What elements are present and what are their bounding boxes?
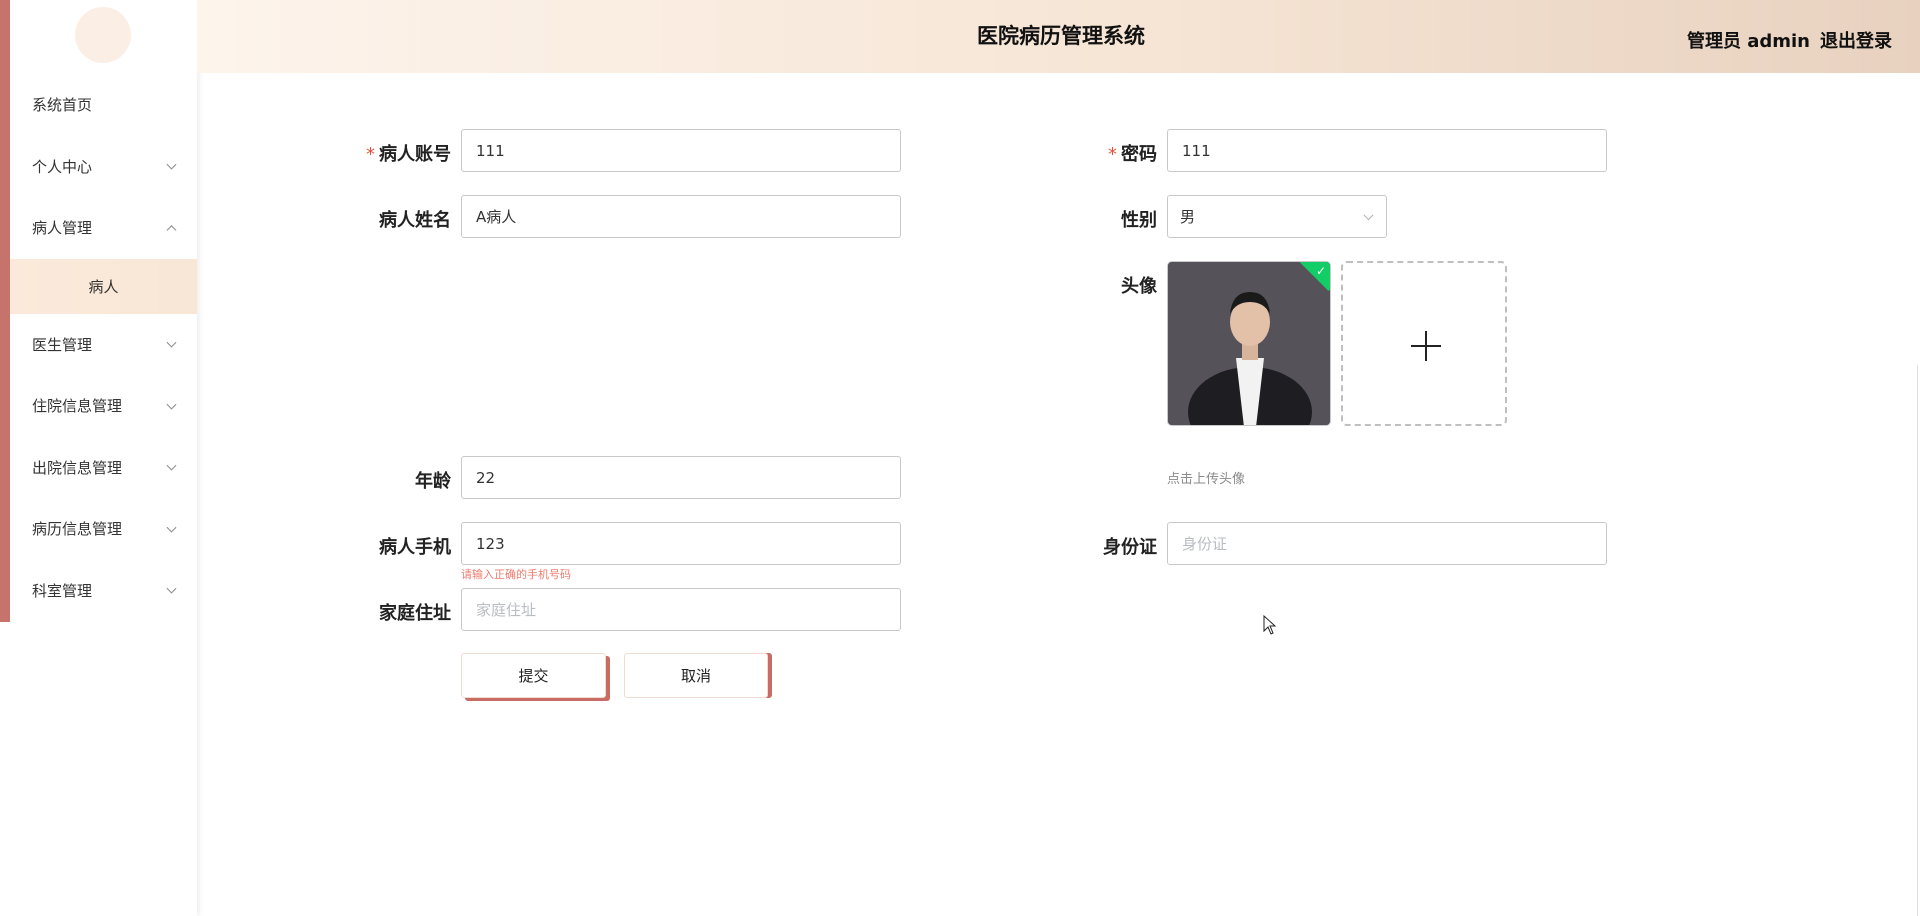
sidebar-item-record-management[interactable]: 病历信息管理 <box>10 498 197 560</box>
cancel-button[interactable]: 取消 <box>624 653 768 698</box>
age-value: 22 <box>476 468 496 487</box>
address-input[interactable]: 家庭住址 <box>461 588 901 631</box>
sidebar-item-personal-center[interactable]: 个人中心 <box>10 136 197 198</box>
phone-label: 病人手机 <box>379 537 451 558</box>
avatar-label: 头像 <box>1121 276 1157 297</box>
age-label: 年龄 <box>415 471 451 492</box>
sidebar-item-label: 出院信息管理 <box>32 458 123 477</box>
sidebar-item-label: 病历信息管理 <box>32 520 123 539</box>
account-label-text: 病人账号 <box>379 144 451 165</box>
password-label: * 密码 <box>1106 140 1157 166</box>
sidebar-item-label: 医生管理 <box>32 335 93 354</box>
chevron-down-icon <box>166 583 177 594</box>
id-card-input[interactable]: 身份证 <box>1167 522 1607 565</box>
required-mark: * <box>366 144 375 165</box>
chevron-up-icon <box>166 224 177 235</box>
sidebar-item-label: 住院信息管理 <box>32 397 123 416</box>
sidebar-item-doctor-management[interactable]: 医生管理 <box>10 314 197 376</box>
submit-button[interactable]: 提交 <box>461 653 606 698</box>
sidebar: 系统首页 个人中心 病人管理 病人 医生管理 住院信息管理 出院信息管理 病历信… <box>0 0 197 916</box>
gender-select[interactable]: 男 <box>1167 195 1387 238</box>
sidebar-item-label: 系统首页 <box>32 96 93 115</box>
sidebar-item-department-management[interactable]: 科室管理 <box>10 560 197 622</box>
mouse-cursor-icon <box>1263 615 1277 635</box>
sidebar-item-discharge-management[interactable]: 出院信息管理 <box>10 437 197 499</box>
check-icon: ✓ <box>1315 264 1326 278</box>
logout-link[interactable]: 退出登录 <box>1820 27 1892 53</box>
chevron-down-icon <box>166 522 177 533</box>
chevron-down-icon <box>166 460 177 471</box>
address-label: 家庭住址 <box>379 603 451 624</box>
password-input[interactable]: 111 <box>1167 129 1607 172</box>
id-card-label: 身份证 <box>1103 537 1157 558</box>
name-input[interactable]: A病人 <box>461 195 901 238</box>
page-title: 医院病历管理系统 <box>977 24 1145 48</box>
avatar[interactable] <box>75 7 131 63</box>
phone-input[interactable]: 123 <box>461 522 901 565</box>
sidebar-menu: 系统首页 个人中心 病人管理 病人 医生管理 住院信息管理 出院信息管理 病历信… <box>10 74 197 621</box>
header-user-area: 管理员 admin 退出登录 <box>1687 27 1892 53</box>
chevron-down-icon <box>1363 209 1374 220</box>
password-label-text: 密码 <box>1121 144 1157 165</box>
top-header: 医院病历管理系统 管理员 admin 退出登录 <box>197 0 1920 73</box>
age-input[interactable]: 22 <box>461 456 901 499</box>
phone-error-message: 请输入正确的手机号码 <box>461 568 571 581</box>
account-value: 111 <box>476 141 505 160</box>
sidebar-item-label: 病人管理 <box>32 219 93 238</box>
avatar-preview[interactable]: ✓ <box>1167 261 1331 426</box>
chevron-down-icon <box>166 399 177 410</box>
plus-icon-vertical <box>1425 331 1427 361</box>
divider <box>1917 365 1918 916</box>
sidebar-item-label: 个人中心 <box>32 157 93 176</box>
gender-label: 性别 <box>1121 210 1157 231</box>
password-value: 111 <box>1182 141 1211 160</box>
phone-value: 123 <box>476 534 505 553</box>
avatar-upload-button[interactable] <box>1341 261 1507 426</box>
avatar-upload-hint: 点击上传头像 <box>1167 472 1246 487</box>
sidebar-subitem-label: 病人 <box>88 277 119 296</box>
account-input[interactable]: 111 <box>461 129 901 172</box>
sidebar-item-patient-management[interactable]: 病人管理 <box>10 197 197 259</box>
sidebar-item-admission-management[interactable]: 住院信息管理 <box>10 375 197 437</box>
sidebar-item-home[interactable]: 系统首页 <box>10 74 197 136</box>
name-label: 病人姓名 <box>379 210 451 231</box>
sidebar-item-label: 科室管理 <box>32 581 93 600</box>
gender-value: 男 <box>1180 208 1196 226</box>
account-label: * 病人账号 <box>366 140 451 166</box>
current-user: 管理员 admin <box>1686 31 1810 52</box>
person-photo <box>1168 262 1330 425</box>
name-value: A病人 <box>476 208 517 226</box>
required-mark: * <box>1108 144 1117 165</box>
sidebar-accent-bar <box>0 0 10 622</box>
id-card-placeholder: 身份证 <box>1182 535 1228 553</box>
chevron-down-icon <box>166 159 177 170</box>
chevron-down-icon <box>166 337 177 348</box>
address-placeholder: 家庭住址 <box>476 601 537 619</box>
sidebar-subitem-patient[interactable]: 病人 <box>10 258 197 314</box>
